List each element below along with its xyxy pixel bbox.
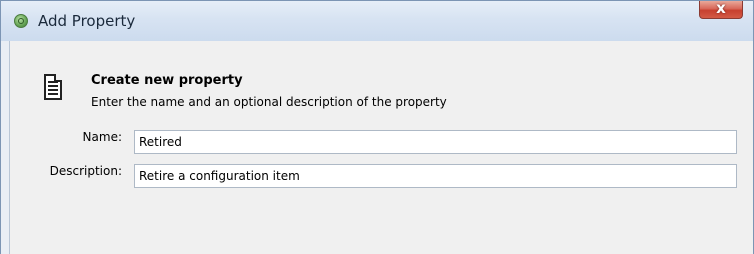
title-bar[interactable]: Add Property x bbox=[1, 1, 753, 41]
add-property-dialog: Add Property x Create new property Enter… bbox=[0, 0, 754, 254]
name-label: Name: bbox=[82, 130, 122, 144]
close-button[interactable]: x bbox=[699, 1, 743, 19]
document-icon bbox=[44, 74, 62, 100]
window-title: Add Property bbox=[38, 12, 136, 30]
name-input[interactable] bbox=[134, 130, 737, 154]
close-icon: x bbox=[716, 0, 726, 17]
description-label: Description: bbox=[49, 164, 122, 178]
section-description: Enter the name and an optional descripti… bbox=[91, 95, 447, 109]
section-heading: Create new property bbox=[91, 73, 243, 88]
app-icon bbox=[14, 14, 28, 28]
description-input[interactable] bbox=[134, 164, 737, 188]
